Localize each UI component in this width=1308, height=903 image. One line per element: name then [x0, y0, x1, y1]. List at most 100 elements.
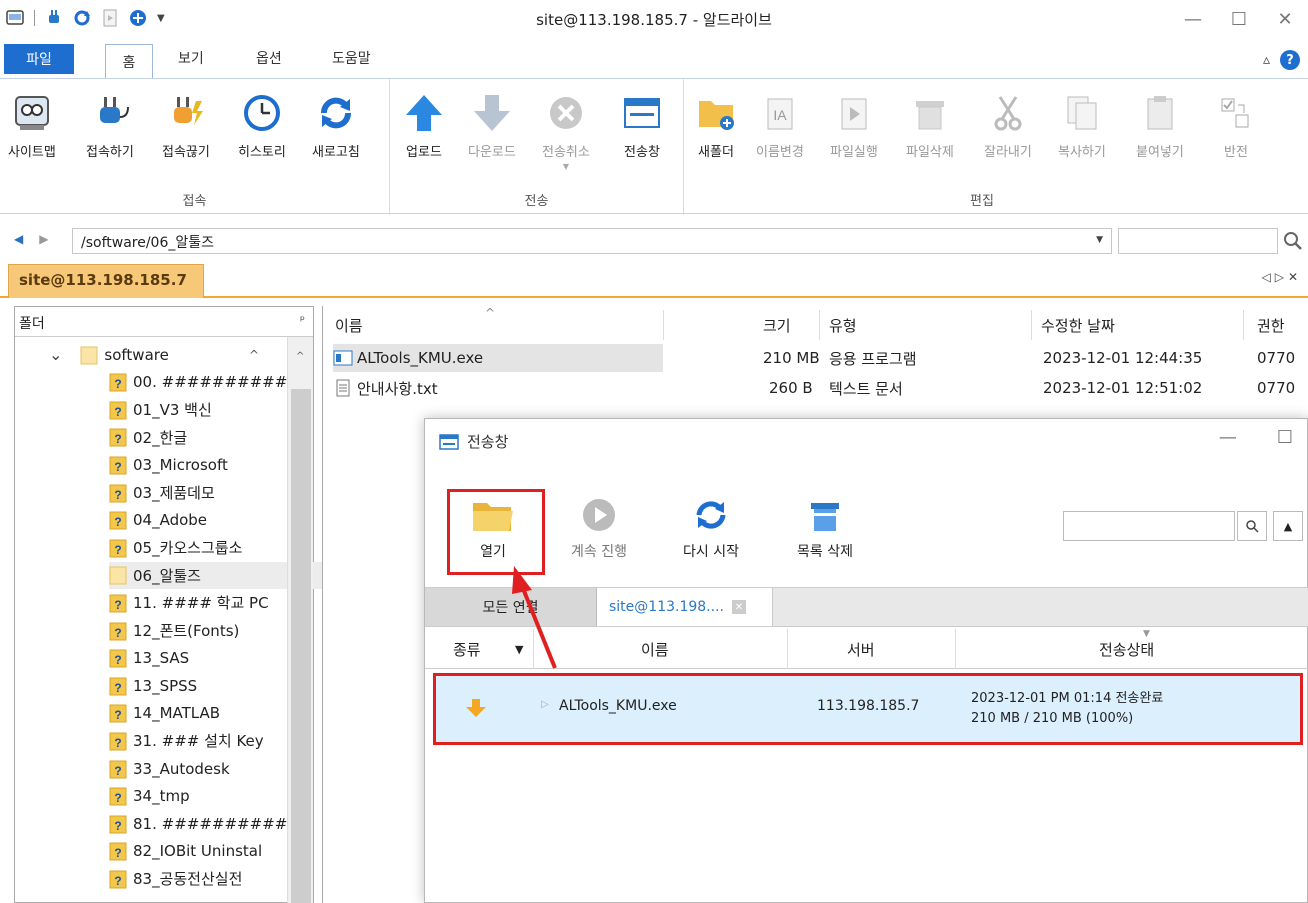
refresh-button[interactable]: 새로고침 — [312, 93, 360, 160]
rename-button[interactable]: IA 이름변경 — [756, 93, 804, 160]
tab-view[interactable]: 보기 — [178, 48, 204, 68]
unknown-folder-icon: ? — [109, 649, 127, 668]
maximize-button[interactable]: ☐ — [1216, 0, 1262, 38]
file-row[interactable]: ALTools_KMU.exe — [333, 344, 663, 372]
sitemap-button[interactable]: 사이트맵 — [8, 93, 56, 160]
unknown-folder-icon: ? — [109, 539, 127, 558]
close-button[interactable]: ✕ — [1262, 0, 1308, 38]
tab-options[interactable]: 옵션 — [256, 48, 282, 68]
session-tab[interactable]: site@113.198.185.7 — [8, 264, 204, 298]
back-icon[interactable]: ◀ — [14, 232, 23, 246]
folder-pane: 폴더 ᵖ ⌄ software ^? 00. ##########? 01_V3 백신?… — [14, 306, 381, 903]
col-separator[interactable] — [1031, 310, 1032, 340]
transfer-window-controls: — ☐ — [1219, 427, 1293, 448]
tree-item-label: 03_Microsoft — [133, 455, 228, 474]
tab-site-connection[interactable]: site@113.198.... ✕ — [597, 588, 773, 626]
restart-button[interactable]: 다시 시작 — [683, 497, 739, 561]
transfer-maximize-button[interactable]: ☐ — [1277, 427, 1293, 448]
unknown-folder-icon: ? — [109, 373, 127, 392]
folder-scrollbar[interactable]: ^ — [287, 337, 313, 903]
group-edit-label: 편집 — [970, 194, 994, 209]
col-header-server[interactable]: 서버 — [847, 639, 875, 660]
col-header-kind[interactable]: 종류 — [453, 639, 481, 660]
col-header-size[interactable]: 크기 — [763, 310, 791, 340]
transfer-window-button[interactable]: 전송창 — [622, 93, 662, 160]
session-nav-controls[interactable]: ◁▷✕ — [1261, 270, 1302, 284]
search-input[interactable] — [1118, 228, 1278, 254]
scroll-up-icon[interactable]: ▲ — [1273, 511, 1303, 541]
transfer-window-title: 전송창 — [467, 433, 509, 451]
path-dropdown-icon[interactable]: ▼ — [1096, 235, 1103, 245]
pin-icon[interactable]: ᵖ — [300, 313, 305, 327]
cancel-transfer-button[interactable]: 전송취소 ▼ — [542, 93, 590, 171]
path-text: /software/06_알툴즈 — [81, 235, 215, 251]
col-header-modified[interactable]: 수정한 날짜 — [1041, 310, 1115, 340]
paste-button[interactable]: 붙여넣기 — [1136, 93, 1184, 160]
copy-button[interactable]: 복사하기 — [1058, 93, 1106, 160]
scroll-thumb[interactable] — [291, 389, 311, 903]
tab-all-connections[interactable]: 모든 연결 — [425, 588, 597, 626]
col-separator[interactable] — [533, 629, 534, 669]
resume-button[interactable]: 계속 진행 — [571, 497, 627, 561]
file-row[interactable]: 안내사항.txt — [333, 374, 663, 402]
close-tab-icon[interactable]: ✕ — [731, 600, 746, 614]
file-modified: 2023-12-01 12:44:35 — [1043, 349, 1203, 367]
connect-button[interactable]: 접속하기 — [86, 93, 134, 160]
col-separator[interactable] — [819, 310, 820, 340]
svg-text:?: ? — [114, 543, 121, 557]
paste-icon — [1147, 96, 1173, 130]
col-header-type[interactable]: 유형 — [829, 310, 857, 340]
transfer-minimize-button[interactable]: — — [1219, 427, 1237, 448]
scroll-up-icon[interactable]: ^ — [249, 348, 259, 362]
col-separator[interactable] — [1243, 310, 1244, 340]
tree-item-label: 31. ### 설치 Key — [133, 732, 264, 751]
upload-button[interactable]: 업로드 — [404, 93, 444, 160]
col-separator[interactable] — [787, 629, 788, 669]
scissors-icon — [994, 96, 1022, 131]
title-bar: ▼ site@113.198.185.7 - 알드라이브 — ☐ ✕ — [0, 0, 1308, 38]
col-header-permission[interactable]: 권한 — [1257, 310, 1285, 340]
col-header-status[interactable]: 전송상태 — [1099, 639, 1154, 660]
col-header-name[interactable]: 이름 — [335, 310, 363, 340]
tab-home[interactable]: 홈 — [105, 44, 153, 78]
new-folder-button[interactable]: 새폴더 — [696, 93, 736, 160]
unknown-folder-icon: ? — [109, 428, 127, 447]
transfer-search-input[interactable] — [1063, 511, 1235, 541]
svg-text:?: ? — [114, 626, 121, 640]
tree-item-label: 02_한글 — [133, 428, 188, 447]
tab-file[interactable]: 파일 — [4, 44, 74, 74]
unknown-folder-icon: ? — [109, 484, 127, 502]
window-icon — [624, 98, 660, 128]
search-icon[interactable] — [1280, 229, 1306, 253]
tree-item-root[interactable]: ⌄ software ^ — [49, 341, 321, 368]
tree-item-label: software — [104, 345, 169, 364]
forward-icon[interactable]: ▶ — [39, 232, 48, 246]
run-file-label: 파일실행 — [830, 145, 878, 160]
transfer-search-icon[interactable] — [1237, 511, 1267, 541]
col-header-name[interactable]: 이름 — [641, 639, 669, 660]
group-edit: 새폴더 IA 이름변경 파일실행 파일삭제 잘라내기 복사하기 붙여넣기 반전 — [684, 79, 1280, 215]
resume-label: 계속 진행 — [571, 544, 627, 560]
chevron-down-icon[interactable]: ⌄ — [49, 345, 62, 364]
cut-button[interactable]: 잘라내기 — [984, 93, 1032, 160]
col-separator[interactable] — [663, 310, 664, 340]
disconnect-label: 접속끊기 — [162, 145, 210, 160]
scroll-up-icon[interactable]: ^ — [296, 351, 304, 362]
tab-help[interactable]: 도움말 — [332, 48, 371, 68]
kind-dropdown-icon[interactable]: ▼ — [515, 643, 523, 656]
connect-label: 접속하기 — [86, 145, 134, 160]
history-button[interactable]: 히스토리 — [238, 93, 286, 160]
invert-selection-button[interactable]: 반전 — [1216, 93, 1256, 160]
minimize-button[interactable]: — — [1170, 0, 1216, 38]
run-file-button[interactable]: 파일실행 — [830, 93, 878, 160]
help-icon[interactable]: ? — [1280, 50, 1300, 70]
delete-file-button[interactable]: 파일삭제 — [906, 93, 954, 160]
collapse-ribbon-icon[interactable]: ▵ — [1263, 52, 1270, 68]
cancel-dropdown-icon[interactable]: ▼ — [563, 162, 569, 171]
clear-list-button[interactable]: 목록 삭제 — [797, 497, 853, 561]
path-input[interactable]: /software/06_알툴즈 ▼ — [72, 228, 1112, 254]
download-button[interactable]: 다운로드 — [468, 93, 516, 160]
col-separator[interactable] — [955, 629, 956, 669]
disconnect-button[interactable]: 접속끊기 — [162, 93, 210, 160]
tree-item-label: 12_폰트(Fonts) — [133, 622, 240, 640]
